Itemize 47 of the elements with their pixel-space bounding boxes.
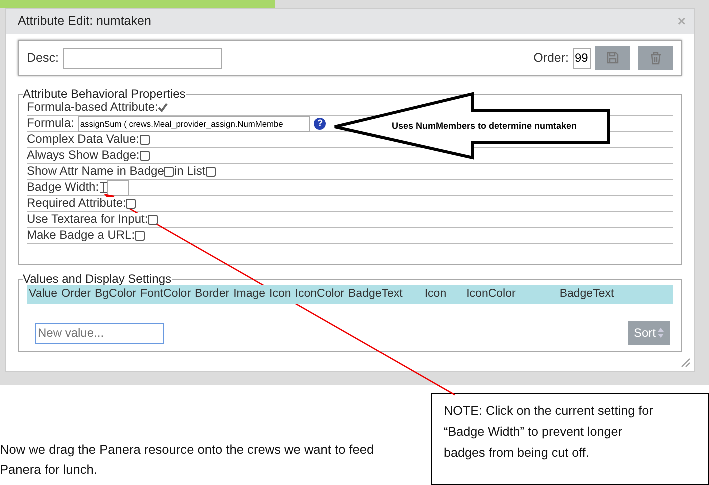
formula-field[interactable]: assignSum ( crews.Meal_provider_assign.NumMembe bbox=[78, 116, 310, 132]
column-header: Value bbox=[29, 287, 58, 302]
column-header: Border bbox=[195, 287, 230, 302]
checkbox[interactable] bbox=[140, 134, 150, 144]
checkbox[interactable] bbox=[206, 166, 216, 176]
column-header: FontColor bbox=[140, 287, 192, 302]
checkbox[interactable] bbox=[126, 198, 136, 208]
field-label: Show Attr Name in Badge bbox=[27, 165, 164, 178]
order-label: Order: bbox=[534, 50, 569, 67]
field-label: Complex Data Value: bbox=[27, 133, 140, 146]
column-header: BadgeText bbox=[560, 287, 614, 302]
badge-width-field[interactable] bbox=[107, 180, 130, 196]
field-label: Make Badge a URL: bbox=[27, 229, 136, 242]
order-field[interactable]: 99 bbox=[573, 48, 591, 68]
column-header: Order bbox=[62, 287, 91, 302]
column-header: IconColor bbox=[466, 287, 516, 302]
save-icon bbox=[606, 52, 618, 64]
section-legend: Values and Display Settings bbox=[23, 273, 172, 285]
body-paragraph: Now we drag the Panera resource onto the crews we want to feed Panera for lunch. bbox=[0, 441, 376, 479]
desc-label: Desc: bbox=[27, 50, 59, 67]
checkbox[interactable] bbox=[164, 166, 174, 176]
column-header: BgColor bbox=[94, 287, 137, 302]
delete-icon bbox=[650, 52, 662, 64]
column-header: BadgeText bbox=[348, 287, 403, 302]
column-header: Icon bbox=[270, 287, 292, 302]
field-label: Required Attribute: bbox=[27, 197, 126, 210]
sort-icon bbox=[658, 328, 664, 338]
new-value-field[interactable]: New value... bbox=[35, 322, 164, 344]
field-label: Use Textarea for Input: bbox=[27, 213, 148, 226]
column-header: Image bbox=[234, 287, 266, 302]
help-button[interactable]: ? bbox=[314, 118, 326, 130]
field-label: Formula: bbox=[27, 117, 74, 130]
dialog-title: Attribute Edit: numtaken bbox=[18, 13, 152, 30]
checkbox[interactable] bbox=[135, 230, 146, 240]
field-label: in List bbox=[174, 165, 206, 178]
desc-field[interactable] bbox=[62, 48, 222, 68]
section-legend: Attribute Behavioral Properties bbox=[23, 88, 186, 100]
callout-text: Uses NumMembers to determine numtaken bbox=[392, 120, 578, 133]
checkbox[interactable] bbox=[140, 150, 150, 160]
resize-handle-icon[interactable] bbox=[681, 358, 691, 368]
field-label: Always Show Badge: bbox=[27, 149, 140, 162]
note-callout: NOTE: Click on the current setting for “Badge Width” to prevent longer badges from being cut off. bbox=[431, 393, 709, 485]
checkbox[interactable] bbox=[148, 214, 158, 224]
column-header: Icon bbox=[424, 287, 447, 302]
column-header: IconColor bbox=[295, 287, 344, 302]
field-label: Formula-based Attribute: bbox=[27, 101, 158, 114]
field-label: Badge Width: bbox=[27, 181, 100, 194]
